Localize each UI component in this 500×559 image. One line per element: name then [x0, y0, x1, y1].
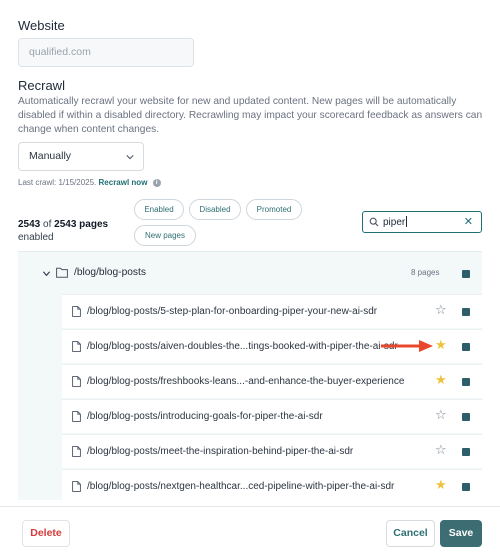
search-input[interactable]: piper ✕ — [362, 211, 482, 233]
star-outline-icon[interactable]: ☆ — [435, 303, 447, 316]
document-icon — [72, 481, 81, 492]
page-path: /blog/blog-posts/introducing-goals-for-p… — [87, 411, 323, 422]
filter-chip-disabled[interactable]: Disabled — [189, 199, 241, 220]
search-icon — [369, 217, 379, 227]
pages-tree: /blog/blog-posts 8 pages /blog/blog-post… — [18, 251, 482, 500]
page-path: /blog/blog-posts/5-step-plan-for-onboard… — [87, 306, 378, 317]
page-checkbox[interactable] — [462, 413, 470, 421]
cancel-button[interactable]: Cancel — [386, 520, 435, 547]
page-checkbox[interactable] — [462, 448, 470, 456]
last-crawl-text: Last crawl: 1/15/2025. — [18, 178, 97, 187]
page-row[interactable]: /blog/blog-posts/freshbooks-leans...-and… — [62, 364, 482, 398]
document-icon — [72, 341, 81, 352]
folder-path: /blog/blog-posts — [74, 267, 146, 278]
enabled-label: enabled — [18, 232, 54, 243]
folder-page-count: 8 pages — [411, 268, 440, 277]
document-icon — [72, 411, 81, 422]
enabled-count: 2543 — [18, 219, 41, 230]
recrawl-heading: Recrawl — [18, 78, 65, 93]
chevron-down-icon — [126, 155, 134, 160]
last-crawl-info: Last crawl: 1/15/2025. Recrawl now i — [18, 178, 161, 187]
annotation-arrow-icon — [381, 340, 433, 352]
page-row[interactable]: /blog/blog-posts/5-step-plan-for-onboard… — [62, 294, 482, 328]
recrawl-now-link[interactable]: Recrawl now — [99, 178, 148, 187]
star-filled-icon[interactable]: ★ — [435, 373, 447, 386]
of-text: of — [43, 219, 52, 230]
text-caret — [406, 216, 408, 227]
folder-icon — [56, 267, 68, 278]
page-path: /blog/blog-posts/freshbooks-leans...-and… — [87, 376, 405, 387]
website-heading: Website — [18, 18, 65, 33]
page-row[interactable]: /blog/blog-posts/introducing-goals-for-p… — [62, 399, 482, 433]
save-button[interactable]: Save — [440, 520, 482, 547]
recrawl-description: Automatically recrawl your website for n… — [18, 96, 483, 135]
info-icon[interactable]: i — [152, 178, 161, 187]
folder-checkbox[interactable] — [462, 270, 470, 278]
star-outline-icon[interactable]: ☆ — [435, 443, 447, 456]
recrawl-frequency-value: Manually — [29, 150, 72, 162]
search-value: piper — [383, 217, 406, 228]
document-icon — [72, 446, 81, 457]
page-row[interactable]: /blog/blog-posts/nextgen-healthcar...ced… — [62, 469, 482, 500]
filter-chip-new-pages[interactable]: New pages — [134, 225, 196, 246]
folder-row[interactable]: /blog/blog-posts 8 pages — [18, 256, 482, 290]
page-checkbox[interactable] — [462, 483, 470, 491]
total-count: 2543 pages — [54, 219, 109, 230]
modal-footer: Delete Cancel Save — [0, 506, 500, 559]
pages-enabled-count: 2543 of 2543 pages enabled — [18, 218, 108, 244]
clear-search-icon[interactable]: ✕ — [464, 215, 473, 228]
chevron-down-icon[interactable] — [42, 269, 51, 278]
page-path: /blog/blog-posts/aiven-doubles-the...tin… — [87, 341, 398, 352]
star-outline-icon[interactable]: ☆ — [435, 408, 447, 421]
delete-button[interactable]: Delete — [22, 520, 70, 547]
recrawl-frequency-select[interactable]: Manually — [18, 142, 144, 171]
website-url-field[interactable]: qualified.com — [18, 38, 194, 67]
document-icon — [72, 376, 81, 387]
page-path: /blog/blog-posts/nextgen-healthcar...ced… — [87, 481, 395, 492]
star-filled-icon[interactable]: ★ — [435, 478, 447, 491]
document-icon — [72, 306, 81, 317]
page-path: /blog/blog-posts/meet-the-inspiration-be… — [87, 446, 354, 457]
page-checkbox[interactable] — [462, 343, 470, 351]
filter-chip-enabled[interactable]: Enabled — [134, 199, 184, 220]
filter-chip-promoted[interactable]: Promoted — [246, 199, 302, 220]
page-checkbox[interactable] — [462, 378, 470, 386]
page-checkbox[interactable] — [462, 308, 470, 316]
page-row[interactable]: /blog/blog-posts/meet-the-inspiration-be… — [62, 434, 482, 468]
